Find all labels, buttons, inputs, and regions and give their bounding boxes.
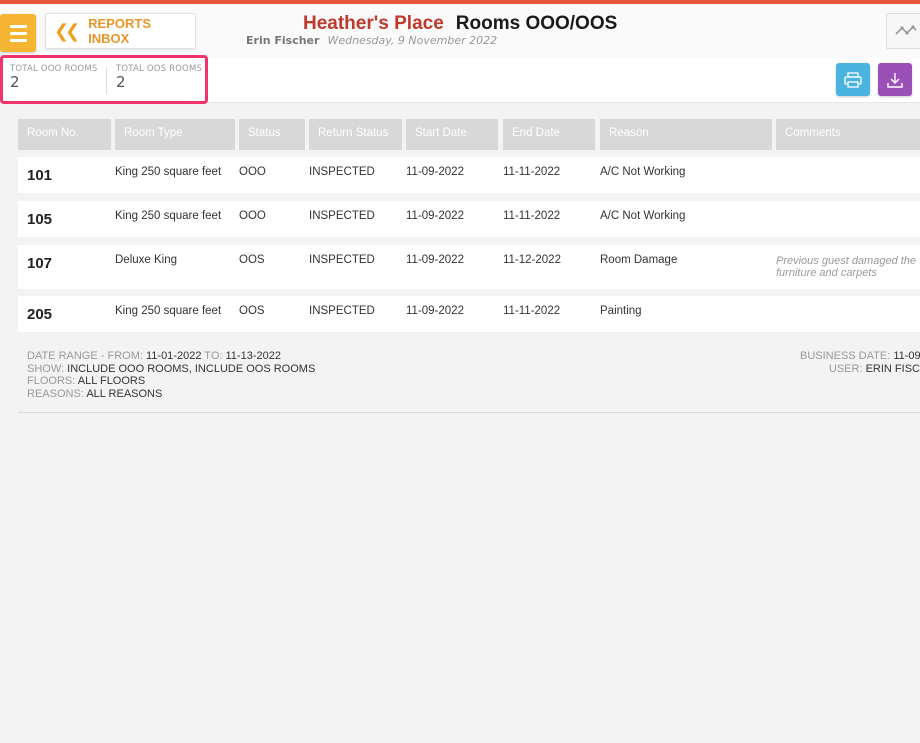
show-line: SHOW: INCLUDE OOO ROOMS, INCLUDE OOS ROO… [27,362,316,375]
report-date: Wednesday, 9 November 2022 [327,34,498,47]
start-date: 11-09-2022 [406,254,464,266]
end-date: 11-11-2022 [503,305,561,317]
end-date: 11-11-2022 [503,166,561,178]
hamburger-icon [9,24,27,28]
column-header-room-type[interactable]: Room Type [115,119,235,150]
printer-icon [844,71,862,88]
reasons-line: REASONS: ALL REASONS [27,387,163,400]
column-header-reason[interactable]: Reason [600,119,772,150]
table-row[interactable]: 205 King 250 square feet OOS INSPECTED 1… [18,296,920,332]
date-range-line: DATE RANGE - FROM: 11-01-2022 TO: 11-13-… [27,350,281,362]
reason: A/C Not Working [600,166,686,178]
return-status: INSPECTED [309,166,375,178]
table-row[interactable]: 107 Deluxe King OOS INSPECTED 11-09-2022… [18,245,920,289]
download-icon [887,72,903,88]
user-line: USER: ERIN FISC [828,362,920,375]
download-button[interactable] [878,63,912,96]
totals-divider [106,68,107,94]
column-header-end-date[interactable]: End Date [503,119,595,150]
start-date: 11-09-2022 [406,166,464,178]
room-number: 101 [27,167,53,184]
start-date: 11-09-2022 [406,305,464,317]
business-date-line: BUSINESS DATE: 11-09- [800,350,920,362]
report-meta: BUSINESS DATE: 11-09- USER: ERIN FISC [800,350,920,375]
column-header-room-no[interactable]: Room No. [18,119,111,150]
end-date: 11-11-2022 [503,210,561,222]
table-row[interactable]: 101 King 250 square feet OOO INSPECTED 1… [18,157,920,193]
total-ooo-rooms: TOTAL OOO ROOMS 2 [10,64,97,90]
return-status: INSPECTED [309,210,375,222]
room-type: King 250 square feet [115,166,222,178]
return-status: INSPECTED [309,305,375,317]
reports-inbox-button[interactable]: ❮❮ REPORTS INBOX [45,13,196,49]
room-type: King 250 square feet [115,305,222,317]
room-status: OOO [239,210,266,222]
comment: Previous guest damaged the furniture and… [776,255,917,279]
hotel-name: Heather's Place [303,13,444,34]
report-subtitle: Erin Fischer Wednesday, 9 November 2022 [246,34,497,47]
room-type: King 250 square feet [115,210,222,222]
column-header-status[interactable]: Status [239,119,305,150]
room-status: OOS [239,305,265,317]
reason: Painting [600,305,642,317]
footer-divider [18,412,920,413]
total-oos-rooms: TOTAL OOS ROOMS 2 [116,64,202,90]
page-title: Heather's Place Rooms OOO/OOS [303,13,617,35]
total-oos-value: 2 [116,73,126,91]
room-status: OOO [239,166,266,178]
report-filters: DATE RANGE - FROM: 11-01-2022 TO: 11-13-… [27,350,315,400]
user-name: Erin Fischer [246,34,320,47]
menu-button[interactable] [0,14,36,52]
report-name: Rooms OOO/OOS [455,13,618,34]
double-chevron-left-icon: ❮❮ [54,20,80,42]
date-to: 11-13-2022 [225,350,281,362]
print-button[interactable] [836,63,870,96]
end-date: 11-12-2022 [503,254,561,266]
reports-inbox-label: REPORTS INBOX [88,16,152,46]
room-status: OOS [239,254,265,266]
start-date: 11-09-2022 [406,210,464,222]
column-header-comments[interactable]: Comments [776,119,920,150]
reason: Room Damage [600,254,678,266]
reason: A/C Not Working [600,210,686,222]
floors-line: FLOORS: ALL FLOORS [27,375,146,387]
total-ooo-label: TOTAL OOO ROOMS [10,64,98,74]
room-number: 107 [27,255,53,272]
total-ooo-value: 2 [10,73,20,91]
graph-button[interactable] [886,13,920,49]
return-status: INSPECTED [309,254,375,266]
room-number: 105 [27,211,53,228]
header: ❮❮ REPORTS INBOX Heather's Place Rooms OO… [0,4,920,58]
line-graph-icon [895,25,917,35]
column-header-return-status[interactable]: Return Status [309,119,402,150]
total-oos-label: TOTAL OOS ROOMS [116,64,203,74]
room-type: Deluxe King [115,254,178,266]
date-from: 11-01-2022 [145,350,202,362]
column-header-start-date[interactable]: Start Date [406,119,498,150]
table-row[interactable]: 105 King 250 square feet OOO INSPECTED 1… [18,201,920,237]
room-number: 205 [27,306,53,323]
